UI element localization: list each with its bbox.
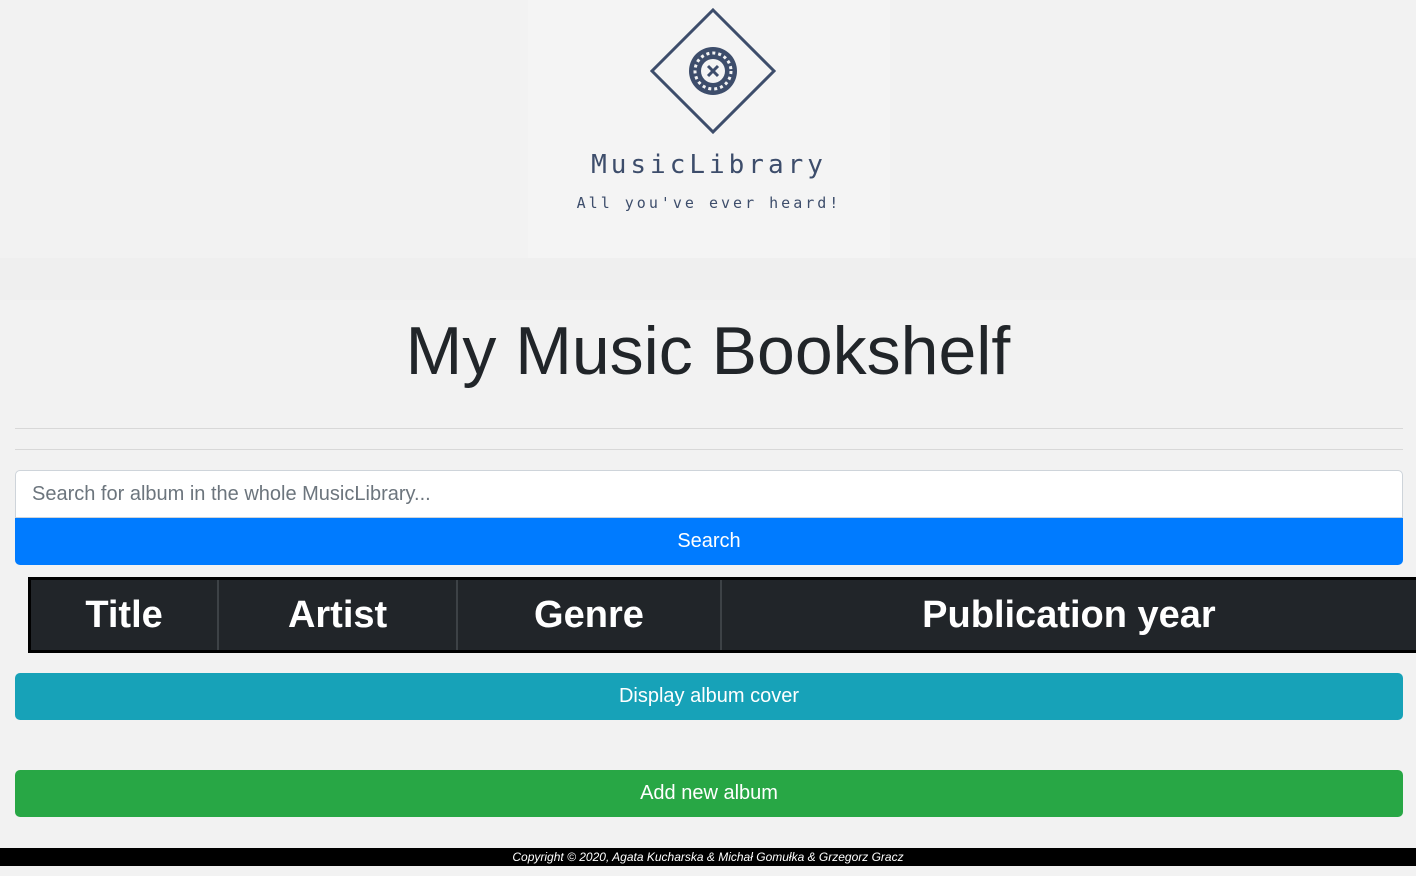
logo: MusicLibrary All you've ever heard!: [528, 0, 890, 258]
footer-copyright: Copyright © 2020, Agata Kucharska & Mich…: [0, 848, 1416, 866]
divider: [15, 449, 1403, 450]
search-button[interactable]: Search: [15, 518, 1403, 565]
vinyl-disc-icon: [650, 8, 776, 134]
add-new-album-button[interactable]: Add new album: [15, 770, 1403, 817]
display-album-cover-button[interactable]: Display album cover: [15, 673, 1403, 720]
column-header-genre[interactable]: Genre: [456, 578, 721, 652]
table-header-row: Title Artist Genre Publication year: [30, 578, 1416, 652]
logo-name: MusicLibrary: [591, 150, 827, 180]
column-header-title[interactable]: Title: [30, 579, 219, 652]
search-input[interactable]: [15, 470, 1403, 518]
albums-table: Title Artist Genre Publication year: [28, 577, 1416, 653]
page-title: My Music Bookshelf: [405, 313, 1011, 389]
column-header-artist[interactable]: Artist: [217, 578, 458, 652]
column-header-publication-year[interactable]: Publication year: [719, 578, 1416, 652]
logo-tagline: All you've ever heard!: [576, 194, 842, 212]
divider: [15, 428, 1403, 429]
header-band: [0, 258, 1416, 300]
